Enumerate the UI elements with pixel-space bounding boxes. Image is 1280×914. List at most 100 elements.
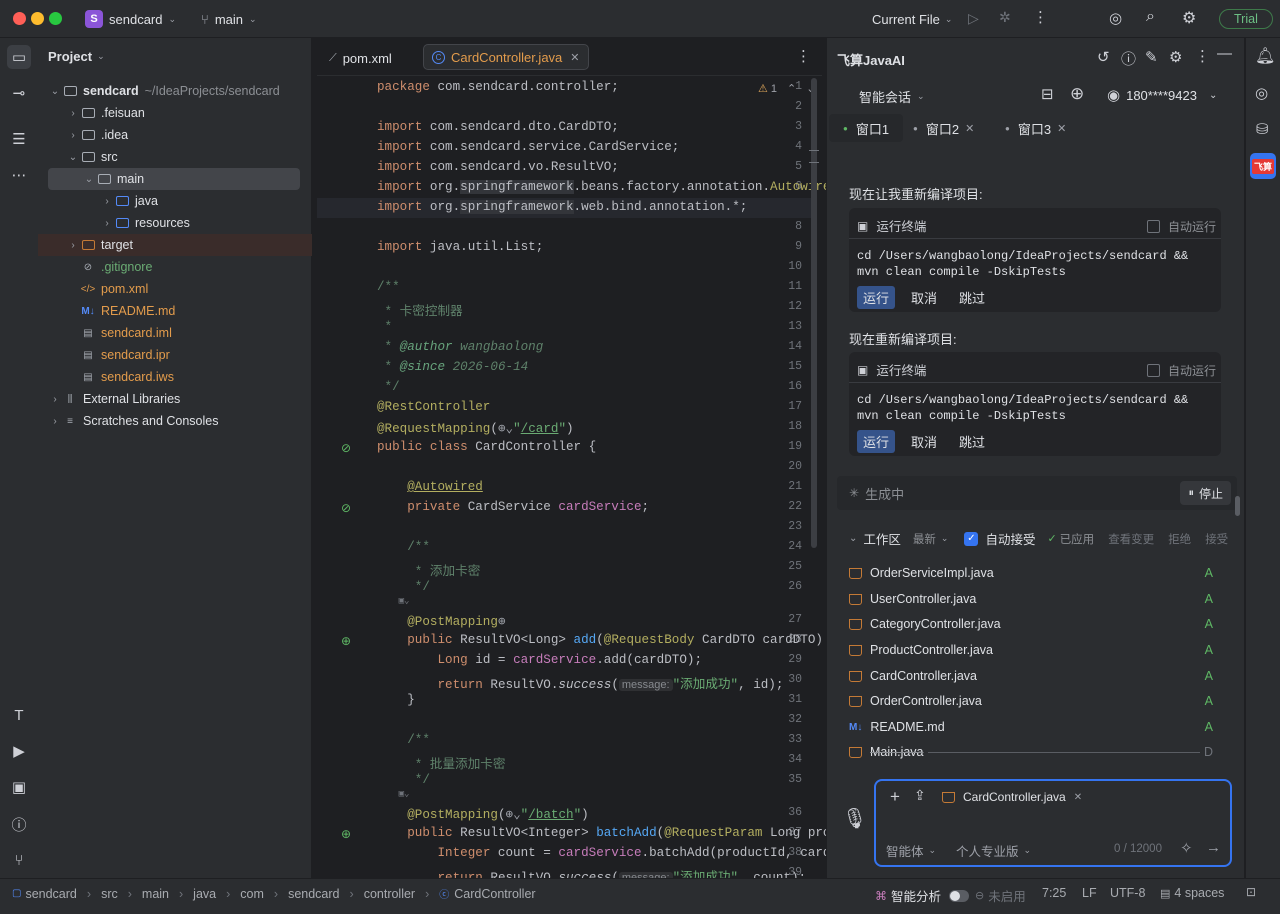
editor-scrollbar[interactable] <box>811 78 817 548</box>
project-view-selector[interactable]: Project ⌄ <box>48 49 105 64</box>
breadcrumb-item[interactable]: CardController <box>454 887 535 901</box>
spring-endpoint-icon[interactable]: ⊕ <box>341 827 351 841</box>
agent-selector[interactable]: 智能体 ⌄ <box>886 841 936 860</box>
more-icon[interactable]: ⋮ <box>796 47 811 65</box>
tab-window-3[interactable]: ● 窗口3 ✕ <box>1005 114 1066 142</box>
close-icon[interactable]: ✕ <box>570 51 579 64</box>
readonly-lock-icon[interactable]: ⊡ <box>1246 885 1256 899</box>
line-separator[interactable]: LF <box>1082 886 1097 900</box>
auto-accept-checkbox[interactable]: ✓ <box>964 531 979 546</box>
breadcrumb-item[interactable]: java <box>193 887 216 901</box>
list-item[interactable]: UserController.java A <box>849 588 1221 610</box>
feisuan-plugin-icon[interactable]: 飞算 <box>1250 153 1276 179</box>
tree-item-scratches[interactable]: › ≡ Scratches and Consoles <box>48 410 338 432</box>
spring-endpoint-icon[interactable]: ⊕ <box>341 634 351 648</box>
database-icon[interactable]: ⛁ <box>1256 120 1269 138</box>
close-window-button[interactable] <box>13 12 26 25</box>
toggle-switch[interactable] <box>949 889 970 902</box>
edit-icon[interactable]: ✎ <box>1145 48 1158 66</box>
run-button[interactable]: 运行 <box>857 430 896 453</box>
chat-input-box[interactable]: + ⇪ CardController.java ✕ 智能体 ⌄ 个人专业版 ⌄ … <box>874 779 1232 867</box>
text-tool-icon[interactable]: T <box>7 703 31 727</box>
cancel-button[interactable]: 取消 <box>911 288 937 307</box>
tab-window-2[interactable]: ● 窗口2 ✕ <box>913 114 974 142</box>
microphone-icon[interactable]: 🎙 <box>842 806 867 831</box>
tree-item-external-libraries[interactable]: › ⫼ External Libraries <box>48 388 338 410</box>
attachment-chip[interactable]: CardController.java ✕ <box>942 790 1082 804</box>
accept-button[interactable]: 接受 <box>1205 531 1228 547</box>
services-icon[interactable]: ▶ <box>7 739 31 763</box>
structure-icon[interactable]: ☰ <box>7 127 31 151</box>
new-window-icon[interactable]: ⊟ <box>1041 85 1054 103</box>
auto-run-checkbox[interactable]: 自动运行 <box>1147 362 1216 379</box>
ai-assistant-icon[interactable]: ◎ <box>1109 9 1122 27</box>
close-icon[interactable]: ✕ <box>965 122 974 135</box>
tree-item-feisuan[interactable]: › .feisuan <box>66 102 356 124</box>
tree-item-main[interactable]: ⌄ main <box>48 168 300 190</box>
sort-selector[interactable]: 最新 <box>913 531 936 547</box>
add-icon[interactable]: + <box>890 787 900 807</box>
breadcrumb-item[interactable]: sendcard <box>288 887 339 901</box>
tree-item-target[interactable]: › target <box>38 234 312 256</box>
history-icon[interactable]: ↺ <box>1097 48 1110 66</box>
list-item[interactable]: CategoryController.java A <box>849 613 1221 635</box>
cancel-button[interactable]: 取消 <box>911 432 937 451</box>
view-changes-button[interactable]: 查看变更 <box>1108 531 1154 547</box>
help-icon[interactable]: ⓘ <box>1121 48 1136 69</box>
list-item[interactable]: OrderController.java A <box>849 690 1221 712</box>
project-switcher[interactable]: S sendcard ⌄ <box>85 9 176 29</box>
branch-switcher[interactable]: ⑂ main ⌄ <box>201 9 257 29</box>
mode-selector[interactable]: 智能会话 ⌄ <box>859 87 925 106</box>
trial-badge[interactable]: Trial <box>1219 9 1273 29</box>
chat-scrollbar[interactable] <box>1235 496 1240 516</box>
search-icon[interactable]: ⌕ <box>1146 8 1155 26</box>
skip-button[interactable]: 跳过 <box>959 288 985 307</box>
cursor-position[interactable]: 7:25 <box>1042 886 1066 900</box>
chevron-down-icon[interactable]: ⌄ <box>849 533 857 544</box>
breadcrumb-item[interactable]: controller <box>364 887 415 901</box>
upload-icon[interactable]: ⇪ <box>914 787 926 804</box>
tree-item-idea[interactable]: › .idea <box>66 124 356 146</box>
close-icon[interactable]: ✕ <box>1074 792 1082 803</box>
spring-bean-icon[interactable]: ⊘ <box>341 501 351 515</box>
list-item[interactable]: CardController.java A <box>849 665 1221 687</box>
run-config-selector[interactable]: Current File ⌄ <box>872 9 952 29</box>
problems-icon[interactable]: ⓘ <box>7 812 31 836</box>
list-item[interactable]: M↓ README.md A <box>849 716 1221 738</box>
list-item[interactable]: ProductController.java A <box>849 639 1221 661</box>
debug-icon[interactable]: ✲ <box>999 9 1011 26</box>
breadcrumb-item[interactable]: src <box>101 887 118 901</box>
list-item[interactable]: Main.java D <box>849 741 1221 763</box>
gear-icon[interactable]: ⚙ <box>1182 8 1196 28</box>
edition-selector[interactable]: 个人专业版 ⌄ <box>956 841 1031 860</box>
breadcrumb-item[interactable]: sendcard <box>25 887 76 901</box>
terminal-icon[interactable]: ▣ <box>7 775 31 799</box>
file-encoding[interactable]: UTF-8 <box>1110 886 1145 900</box>
minimize-icon[interactable]: — <box>1217 45 1232 62</box>
auto-run-checkbox[interactable]: 自动运行 <box>1147 218 1216 235</box>
send-icon[interactable]: → <box>1206 839 1221 856</box>
breadcrumb-item[interactable]: main <box>142 887 169 901</box>
tree-root[interactable]: ⌄ sendcard ~/IdeaProjects/sendcard <box>48 80 338 102</box>
tab-card-controller[interactable]: C CardController.java ✕ <box>423 44 589 70</box>
tab-window-1[interactable]: ● 窗口1 <box>829 114 904 142</box>
commit-icon[interactable]: ⊸ <box>7 81 31 105</box>
git-icon[interactable]: ⑂ <box>7 848 31 872</box>
tab-pom-xml[interactable]: ⟋ pom.xml <box>329 48 392 68</box>
more-icon[interactable]: ⋮ <box>1195 47 1210 65</box>
smart-analysis-toggle[interactable]: ⌘ 智能分析 ⊖ 未启用 <box>875 886 1026 905</box>
minimize-window-button[interactable] <box>31 12 44 25</box>
breadcrumb-item[interactable]: com <box>240 887 264 901</box>
list-item[interactable]: OrderServiceImpl.java A <box>849 562 1221 584</box>
more-tools-icon[interactable]: ⋯ <box>7 163 31 187</box>
spring-bean-icon[interactable]: ⊘ <box>341 441 351 455</box>
magic-wand-icon[interactable]: ✧ <box>1180 839 1193 857</box>
reject-button[interactable]: 拒绝 <box>1168 531 1191 547</box>
user-account[interactable]: ◉ 180****9423 ⌄ <box>1107 86 1217 104</box>
run-icon[interactable]: ▷ <box>968 10 979 27</box>
ai-chat-icon[interactable]: ◎ <box>1255 84 1268 102</box>
close-icon[interactable]: ✕ <box>1057 122 1066 135</box>
gear-icon[interactable]: ⚙ <box>1169 48 1182 66</box>
notifications-icon[interactable]: 🔔︎ <box>1255 46 1275 66</box>
run-button[interactable]: 运行 <box>857 286 896 309</box>
